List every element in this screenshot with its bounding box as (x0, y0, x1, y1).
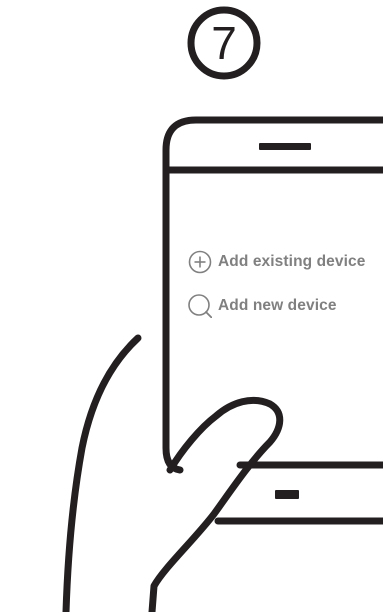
magnifier-icon (188, 294, 212, 318)
step-number: 7 (211, 17, 237, 69)
hand-palm-outline (62, 334, 142, 612)
hand-thumb-outline (148, 397, 284, 612)
add-new-device-option[interactable]: Add new device (188, 293, 337, 319)
plus-circle-icon (188, 250, 212, 274)
speaker-slot (259, 143, 311, 150)
add-new-device-label: Add new device (218, 297, 337, 314)
add-existing-device-label: Add existing device (218, 253, 366, 270)
home-button (275, 490, 299, 499)
add-existing-device-option[interactable]: Add existing device (188, 249, 365, 275)
